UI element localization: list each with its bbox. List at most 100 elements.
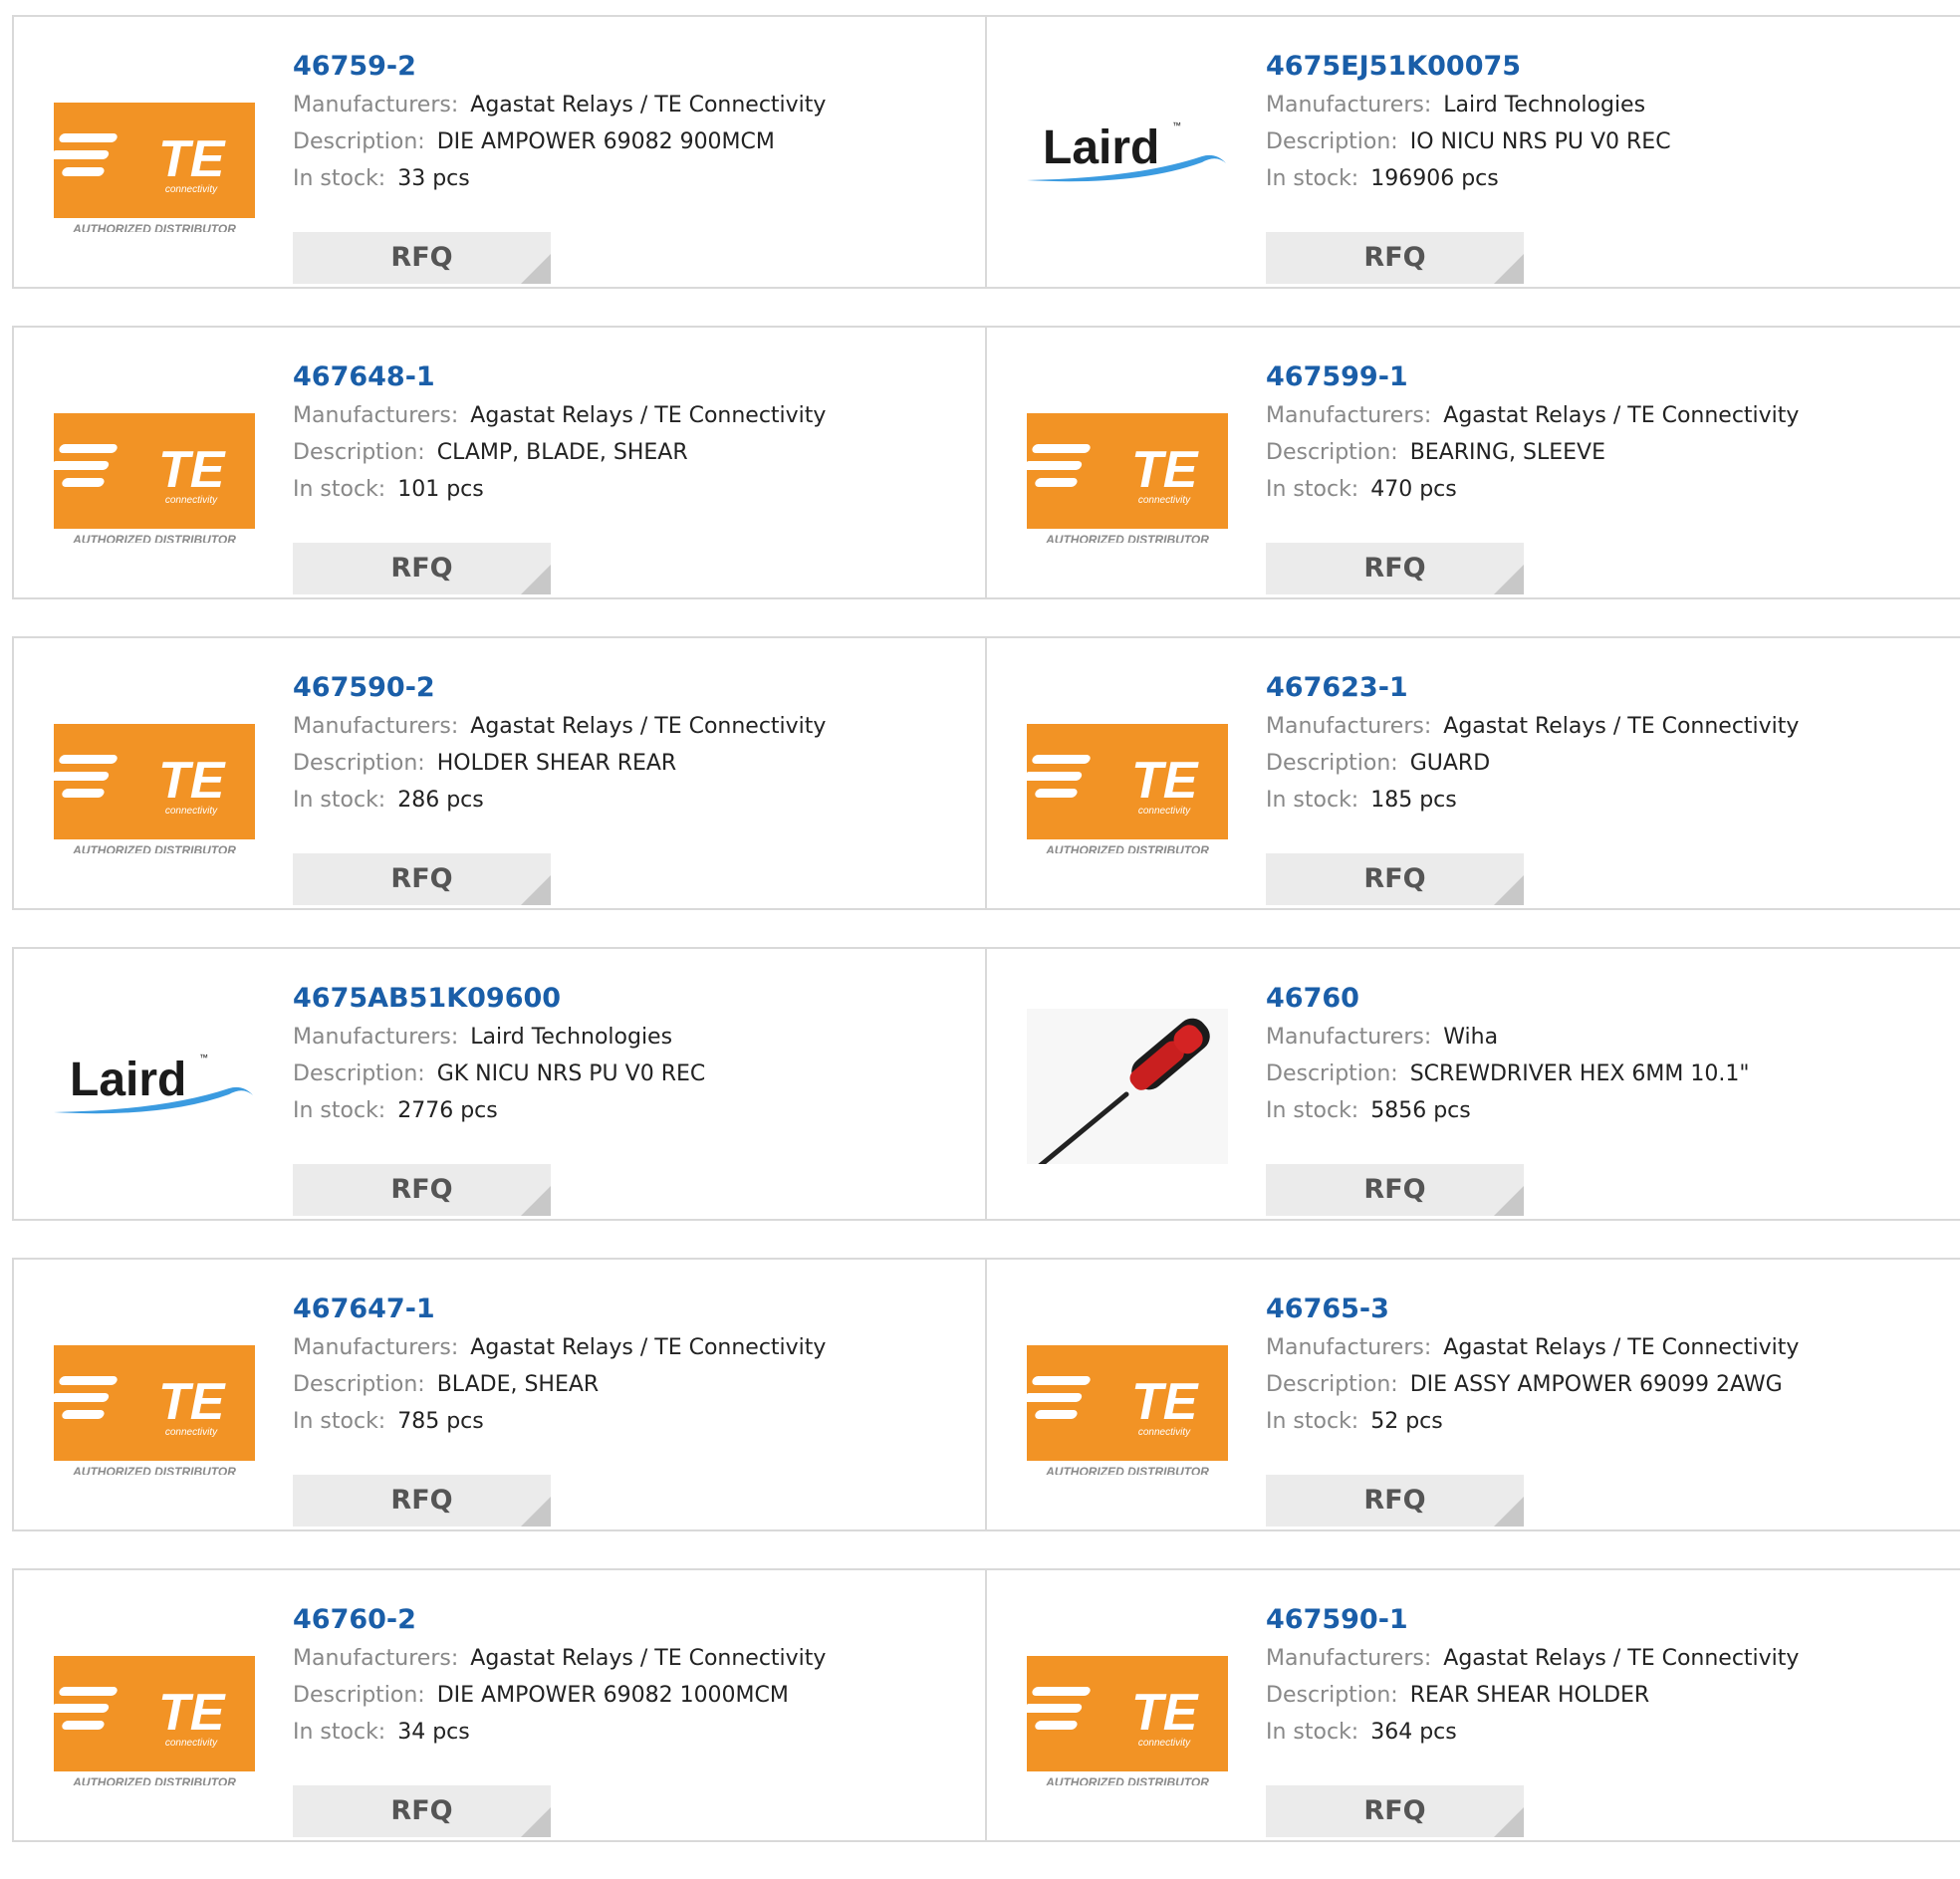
svg-text:TE: TE bbox=[158, 1684, 226, 1742]
stock-label: In stock: bbox=[1266, 1720, 1359, 1745]
stock-value: 364 pcs bbox=[1370, 1720, 1457, 1745]
description-value: DIE AMPOWER 69082 900MCM bbox=[436, 129, 775, 154]
stock-value: 2776 pcs bbox=[397, 1098, 498, 1123]
description-line: Description: HOLDER SHEAR REAR bbox=[293, 745, 975, 782]
manufacturer-value: Agastat Relays / TE Connectivity bbox=[1443, 1646, 1800, 1671]
part-number-link[interactable]: 46759-2 bbox=[293, 47, 975, 87]
part-number-link[interactable]: 467599-1 bbox=[1266, 357, 1950, 397]
svg-text:TE: TE bbox=[1131, 1684, 1199, 1742]
te-logo[interactable]: TE connectivity AUTHORIZED DISTRIBUTOR bbox=[54, 77, 255, 232]
svg-text:Laird: Laird bbox=[70, 1054, 186, 1106]
stock-label: In stock: bbox=[293, 1098, 386, 1123]
rfq-button[interactable]: RFQ bbox=[293, 232, 551, 284]
part-number-link[interactable]: 467648-1 bbox=[293, 357, 975, 397]
te-logo[interactable]: TE connectivity AUTHORIZED DISTRIBUTOR bbox=[1027, 1319, 1228, 1475]
rfq-label: RFQ bbox=[1363, 1174, 1426, 1205]
description-label: Description: bbox=[293, 1372, 425, 1397]
svg-text:connectivity: connectivity bbox=[1138, 1427, 1191, 1438]
rfq-button[interactable]: RFQ bbox=[293, 1785, 551, 1837]
product-row: Laird ™ 4675AB51K09600 Manufacturers: Lair… bbox=[12, 947, 1960, 1221]
rfq-label: RFQ bbox=[390, 1485, 453, 1516]
product-grid: TE connectivity AUTHORIZED DISTRIBUTOR 467… bbox=[12, 15, 1960, 1879]
rfq-button[interactable]: RFQ bbox=[293, 543, 551, 594]
svg-text:connectivity: connectivity bbox=[165, 1738, 218, 1749]
product-card: TE connectivity AUTHORIZED DISTRIBUTOR 467… bbox=[987, 1260, 1960, 1529]
rfq-corner-decoration bbox=[521, 875, 551, 905]
rfq-corner-decoration bbox=[521, 565, 551, 594]
manufacturer-value: Agastat Relays / TE Connectivity bbox=[470, 93, 827, 117]
description-value: SCREWDRIVER HEX 6MM 10.1" bbox=[1409, 1061, 1750, 1086]
te-logo[interactable]: TE connectivity AUTHORIZED DISTRIBUTOR bbox=[54, 698, 255, 853]
rfq-button[interactable]: RFQ bbox=[1266, 1475, 1524, 1527]
te-logo[interactable]: TE connectivity AUTHORIZED DISTRIBUTOR bbox=[54, 1630, 255, 1785]
svg-text:connectivity: connectivity bbox=[165, 806, 218, 817]
rfq-label: RFQ bbox=[1363, 863, 1426, 894]
rfq-corner-decoration bbox=[521, 1186, 551, 1216]
part-number-link[interactable]: 46765-3 bbox=[1266, 1290, 1950, 1329]
stock-line: In stock: 52 pcs bbox=[1266, 1403, 1950, 1440]
manufacturer-line: Manufacturers: Laird Technologies bbox=[293, 1019, 975, 1056]
laird-logo-container[interactable]: Laird ™ bbox=[54, 1009, 255, 1164]
stock-label: In stock: bbox=[293, 1409, 386, 1434]
part-number-link[interactable]: 467647-1 bbox=[293, 1290, 975, 1329]
description-label: Description: bbox=[1266, 751, 1398, 776]
product-card: TE connectivity AUTHORIZED DISTRIBUTOR 467… bbox=[12, 17, 987, 287]
stock-label: In stock: bbox=[1266, 1098, 1359, 1123]
rfq-button[interactable]: RFQ bbox=[1266, 1164, 1524, 1216]
te-logo[interactable]: TE connectivity AUTHORIZED DISTRIBUTOR bbox=[1027, 698, 1228, 853]
product-card: Laird ™ 4675EJ51K00075 Manufacturers: Lair… bbox=[987, 17, 1960, 287]
product-info: 467599-1 Manufacturers: Agastat Relays / … bbox=[1266, 357, 1950, 594]
screwdriver-image bbox=[1027, 1009, 1228, 1164]
rfq-corner-decoration bbox=[521, 254, 551, 284]
stock-value: 196906 pcs bbox=[1370, 166, 1499, 191]
manufacturer-line: Manufacturers: Wiha bbox=[1266, 1019, 1950, 1056]
te-logo[interactable]: TE connectivity AUTHORIZED DISTRIBUTOR bbox=[1027, 387, 1228, 543]
svg-text:TE: TE bbox=[158, 130, 226, 188]
product-card: TE connectivity AUTHORIZED DISTRIBUTOR 467… bbox=[987, 328, 1960, 597]
laird-logo-container[interactable]: Laird ™ bbox=[1027, 77, 1228, 232]
rfq-corner-decoration bbox=[1494, 1497, 1524, 1527]
manufacturer-label: Manufacturers: bbox=[1266, 403, 1432, 428]
svg-text:connectivity: connectivity bbox=[1138, 806, 1191, 817]
product-card: TE connectivity AUTHORIZED DISTRIBUTOR 467… bbox=[12, 638, 987, 908]
manufacturer-line: Manufacturers: Agastat Relays / TE Connec… bbox=[293, 87, 975, 123]
te-logo[interactable]: TE connectivity AUTHORIZED DISTRIBUTOR bbox=[54, 387, 255, 543]
rfq-button[interactable]: RFQ bbox=[1266, 853, 1524, 905]
part-number-link[interactable]: 4675EJ51K00075 bbox=[1266, 47, 1950, 87]
rfq-button[interactable]: RFQ bbox=[293, 853, 551, 905]
part-number-link[interactable]: 46760 bbox=[1266, 979, 1950, 1019]
svg-text:TE: TE bbox=[1131, 752, 1199, 810]
rfq-label: RFQ bbox=[390, 1174, 453, 1205]
manufacturer-label: Manufacturers: bbox=[293, 1335, 459, 1360]
manufacturer-label: Manufacturers: bbox=[293, 714, 459, 739]
rfq-button[interactable]: RFQ bbox=[1266, 1785, 1524, 1837]
rfq-corner-decoration bbox=[1494, 875, 1524, 905]
part-number-link[interactable]: 46760-2 bbox=[293, 1600, 975, 1640]
rfq-label: RFQ bbox=[390, 553, 453, 584]
manufacturer-label: Manufacturers: bbox=[293, 403, 459, 428]
description-line: Description: REAR SHEAR HOLDER bbox=[1266, 1677, 1950, 1714]
te-logo[interactable]: TE connectivity AUTHORIZED DISTRIBUTOR bbox=[54, 1319, 255, 1475]
part-number-link[interactable]: 467590-2 bbox=[293, 668, 975, 708]
part-number-link[interactable]: 4675AB51K09600 bbox=[293, 979, 975, 1019]
stock-value: 101 pcs bbox=[397, 477, 484, 502]
part-number-link[interactable]: 467590-1 bbox=[1266, 1600, 1950, 1640]
stock-label: In stock: bbox=[293, 788, 386, 813]
product-image[interactable] bbox=[1027, 1009, 1228, 1164]
manufacturer-line: Manufacturers: Agastat Relays / TE Connec… bbox=[1266, 397, 1950, 434]
stock-label: In stock: bbox=[293, 477, 386, 502]
product-card: TE connectivity AUTHORIZED DISTRIBUTOR 467… bbox=[12, 1260, 987, 1529]
rfq-button[interactable]: RFQ bbox=[1266, 232, 1524, 284]
rfq-button[interactable]: RFQ bbox=[293, 1164, 551, 1216]
stock-line: In stock: 34 pcs bbox=[293, 1714, 975, 1751]
rfq-button[interactable]: RFQ bbox=[1266, 543, 1524, 594]
description-label: Description: bbox=[293, 1683, 425, 1708]
rfq-label: RFQ bbox=[1363, 1485, 1426, 1516]
te-logo[interactable]: TE connectivity AUTHORIZED DISTRIBUTOR bbox=[1027, 1630, 1228, 1785]
stock-label: In stock: bbox=[1266, 1409, 1359, 1434]
part-number-link[interactable]: 467623-1 bbox=[1266, 668, 1950, 708]
stock-label: In stock: bbox=[293, 1720, 386, 1745]
rfq-button[interactable]: RFQ bbox=[293, 1475, 551, 1527]
te-connectivity-logo: TEconnectivity AUTHORIZED DISTRIBUTOR bbox=[1027, 724, 1228, 853]
manufacturer-label: Manufacturers: bbox=[1266, 1646, 1432, 1671]
